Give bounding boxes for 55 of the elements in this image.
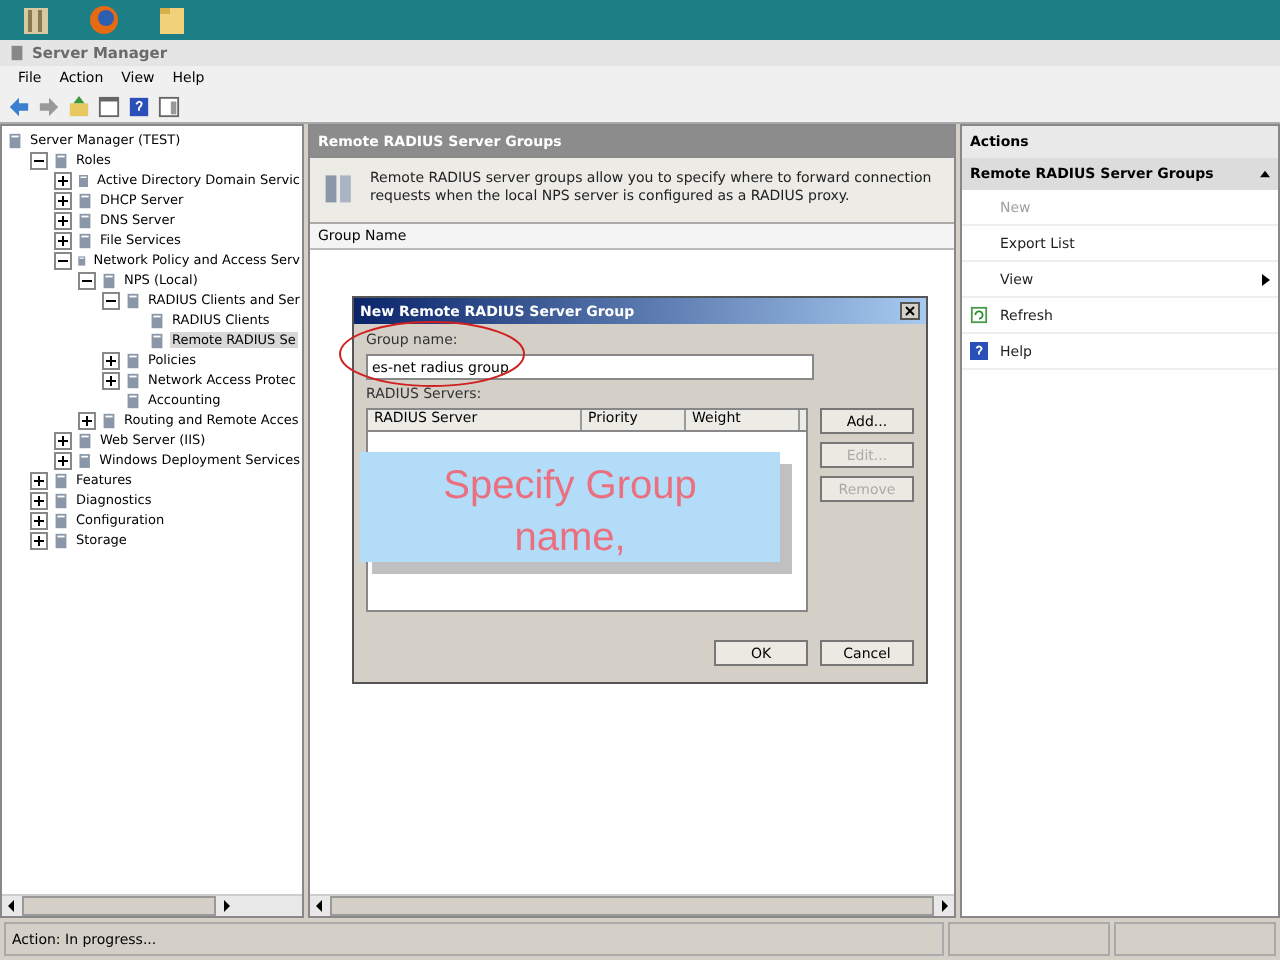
callout: Specify Group name, [360, 452, 780, 562]
server-icon [52, 151, 70, 169]
server-icon [76, 191, 94, 209]
server-icon [100, 411, 118, 429]
expander[interactable] [54, 231, 72, 249]
expander[interactable] [30, 151, 48, 169]
server-icon [52, 531, 70, 549]
back-arrow-icon[interactable] [8, 95, 30, 117]
action-pane-icon[interactable] [158, 95, 180, 117]
help-icon [970, 342, 988, 360]
server-icon [76, 211, 94, 229]
horizontal-scrollbar[interactable] [310, 894, 954, 916]
server-icon [52, 511, 70, 529]
close-icon[interactable] [900, 302, 920, 320]
server-icon [52, 491, 70, 509]
expander[interactable] [54, 171, 72, 189]
server-icon [52, 471, 70, 489]
server-icon [148, 331, 166, 349]
scroll-left-icon[interactable] [312, 898, 328, 914]
up-folder-icon[interactable] [68, 95, 90, 117]
expander[interactable] [30, 511, 48, 529]
scroll-right-icon[interactable] [218, 898, 234, 914]
expander[interactable] [54, 431, 72, 449]
expander[interactable] [30, 531, 48, 549]
help-icon[interactable] [128, 95, 150, 117]
server-icon [76, 431, 94, 449]
server-icon [148, 311, 166, 329]
caret-icon [1260, 170, 1270, 178]
server-icon [124, 291, 142, 309]
expander[interactable] [102, 291, 120, 309]
refresh-icon [970, 306, 988, 324]
scroll-right-icon[interactable] [936, 898, 952, 914]
expander[interactable] [78, 411, 96, 429]
submenu-arrow-icon [1262, 273, 1270, 285]
server-icon [124, 351, 142, 369]
server-icon [6, 131, 24, 149]
horizontal-scrollbar[interactable] [2, 894, 302, 916]
server-icon [8, 44, 26, 62]
expander[interactable] [102, 351, 120, 369]
expander[interactable] [30, 471, 48, 489]
library-icon[interactable] [20, 4, 52, 36]
expander[interactable] [54, 191, 72, 209]
expander[interactable] [54, 211, 72, 229]
scroll-left-icon[interactable] [4, 898, 20, 914]
server-icon [100, 271, 118, 289]
server-icon [76, 451, 94, 469]
expander[interactable] [54, 251, 72, 269]
expander[interactable] [102, 371, 120, 389]
server-icon [124, 391, 142, 409]
console-tree-icon[interactable] [98, 95, 120, 117]
expander[interactable] [78, 271, 96, 289]
server-icon [124, 371, 142, 389]
expander[interactable] [54, 451, 72, 469]
expander[interactable] [30, 491, 48, 509]
folder-icon[interactable] [156, 4, 188, 36]
